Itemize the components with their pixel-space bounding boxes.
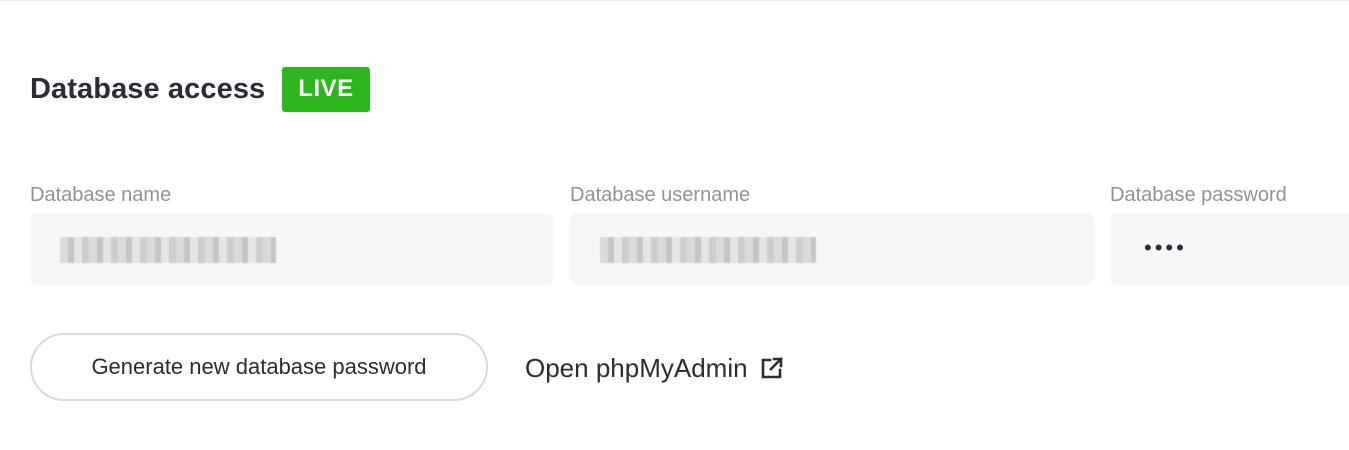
section-title: Database access — [30, 72, 266, 105]
open-phpmyadmin-link[interactable]: Open phpMyAdmin — [525, 350, 784, 386]
masked-password: •••• — [1144, 235, 1187, 260]
database-password-value[interactable]: •••• — [1110, 213, 1349, 285]
database-password-field: Database password •••• — [1110, 182, 1349, 285]
database-password-label: Database password — [1110, 184, 1287, 206]
generate-password-button[interactable]: Generate new database password — [30, 333, 488, 401]
redacted-database-name — [60, 237, 276, 263]
database-name-value[interactable] — [30, 213, 553, 285]
live-status-badge: LIVE — [282, 66, 370, 112]
database-name-label: Database name — [30, 184, 172, 206]
external-link-icon — [760, 356, 784, 380]
database-username-value[interactable] — [570, 213, 1094, 285]
database-username-field: Database username — [570, 182, 1094, 285]
top-divider — [0, 0, 1349, 1]
redacted-database-username — [600, 237, 816, 263]
section-header: Database access LIVE — [30, 66, 370, 112]
database-username-label: Database username — [570, 184, 751, 206]
open-phpmyadmin-label: Open phpMyAdmin — [525, 352, 748, 383]
database-name-field: Database name — [30, 182, 553, 285]
